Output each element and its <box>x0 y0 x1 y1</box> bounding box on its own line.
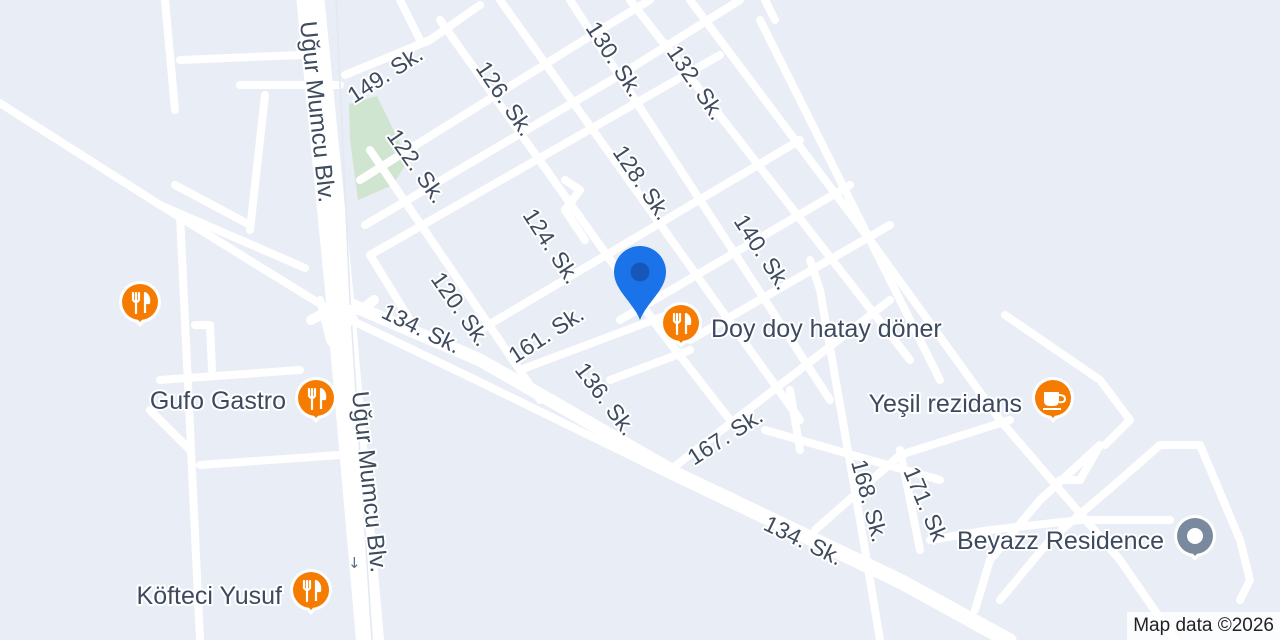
map-base-layer: ↓ Uğur Mumcu Blv. Uğur Mumcu Blv. 149. S… <box>0 0 1254 640</box>
place-gufo-gastro[interactable]: Gufo Gastro <box>148 377 337 423</box>
place-label-doy-doy: Doy doy hatay döner <box>711 315 942 343</box>
place-label-yesil: Yeşil rezidans <box>869 390 1022 418</box>
street-label-126: 126. Sk. <box>471 56 540 141</box>
one-way-arrow-icon: ↓ <box>348 554 361 572</box>
location-pin-icon[interactable] <box>614 246 666 320</box>
hotel-icon <box>1187 528 1203 544</box>
place-label-beyazz: Beyazz Residence <box>957 527 1164 555</box>
map-canvas[interactable]: ↓ Uğur Mumcu Blv. Uğur Mumcu Blv. 149. S… <box>0 0 1280 640</box>
map-attribution[interactable]: Map data ©2026 <box>1127 612 1280 640</box>
street-label-171: 171. Sk <box>898 463 953 545</box>
place-label-kofteci: Köfteci Yusuf <box>137 582 283 610</box>
place-unnamed-restaurant[interactable] <box>119 281 161 327</box>
place-kofteci-yusuf[interactable]: Köfteci Yusuf <box>135 569 332 615</box>
street-label-134-east: 134. Sk. <box>760 510 847 570</box>
place-doy-doy-hatay-doner[interactable]: Doy doy hatay döner <box>660 302 944 348</box>
place-label-gufo-gastro: Gufo Gastro <box>150 387 286 415</box>
